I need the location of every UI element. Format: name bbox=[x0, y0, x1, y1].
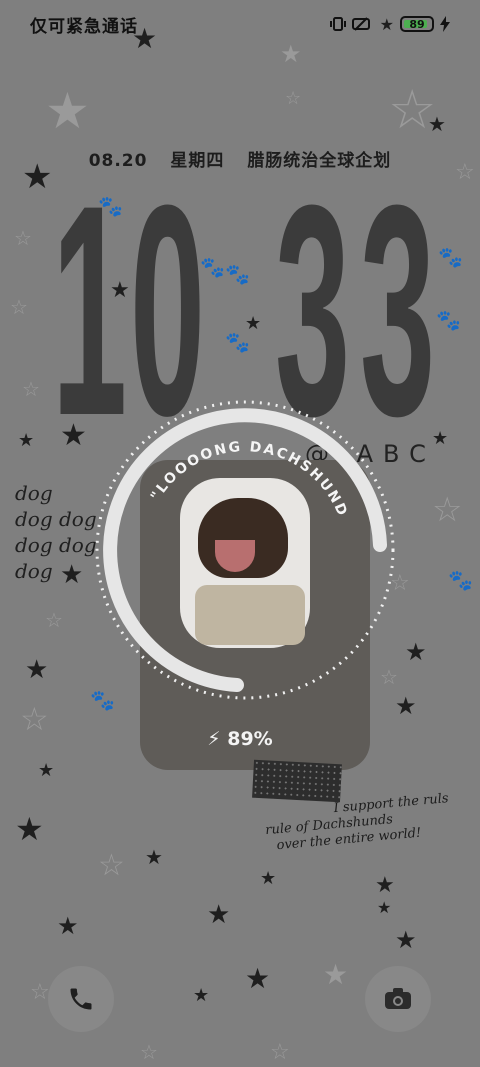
charge-value: 89% bbox=[227, 728, 273, 750]
phone-icon bbox=[70, 988, 92, 1010]
scribble-line: dog bbox=[15, 559, 53, 583]
battery-level: 89 bbox=[409, 17, 425, 31]
charging-icon bbox=[440, 16, 450, 32]
tape-decoration bbox=[252, 759, 342, 803]
dog-scribble: dog dog dog dog dog dog bbox=[15, 480, 155, 584]
status-icons: ★ 89 bbox=[329, 15, 450, 34]
no-signal-icon bbox=[351, 17, 370, 31]
phone-button[interactable] bbox=[48, 966, 114, 1032]
camera-button[interactable] bbox=[365, 966, 431, 1032]
scribble-line: dog bbox=[15, 481, 53, 505]
vibrate-icon bbox=[329, 17, 346, 31]
charge-percent: ⚡ 89% bbox=[0, 728, 480, 750]
scribble-line: dog dog bbox=[15, 533, 97, 557]
emergency-calls-text: 仅可紧急通话 bbox=[30, 16, 138, 37]
camera-icon bbox=[385, 988, 411, 1009]
status-bar: 仅可紧急通话 ★ 89 bbox=[0, 0, 480, 48]
scribble-line: dog dog bbox=[15, 507, 97, 531]
battery-indicator: 89 bbox=[400, 16, 434, 32]
bolt-icon: ⚡ bbox=[207, 728, 221, 750]
